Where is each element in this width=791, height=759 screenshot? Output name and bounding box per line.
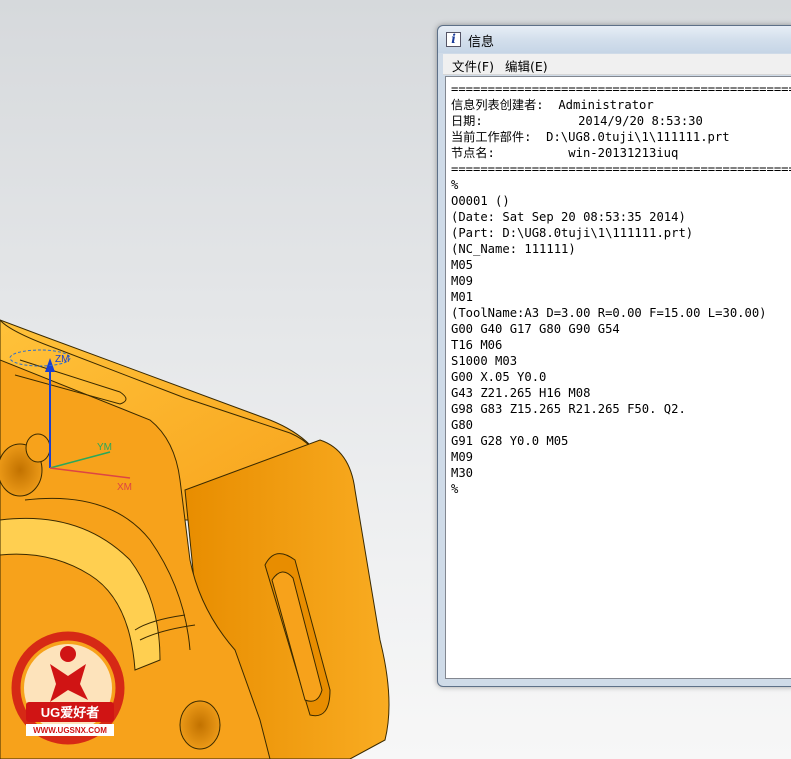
info-line: G00 X.05 Y0.0 — [451, 370, 547, 384]
info-line: 日期: 2014/9/20 8:53:30 — [451, 114, 703, 128]
info-line: (ToolName:A3 D=3.00 R=0.00 F=15.00 L=30.… — [451, 306, 767, 320]
menu-bar: 文件(F) 编辑(E) — [443, 54, 791, 75]
info-line: T16 M06 — [451, 338, 503, 352]
menu-edit[interactable]: 编辑(E) — [505, 56, 548, 75]
logo-url: WWW.UGSNX.COM — [33, 726, 107, 735]
title-bar[interactable]: i 信息 — [438, 26, 791, 53]
info-line: 信息列表创建者: Administrator — [451, 98, 654, 112]
window-title: 信息 — [468, 35, 495, 50]
info-line: 节点名: win-20131213iuq — [451, 146, 679, 160]
info-line: S1000 M03 — [451, 354, 518, 368]
info-line: % — [451, 482, 459, 496]
logo-brand: UG爱好者 — [41, 705, 100, 720]
info-line: ========================================… — [451, 82, 791, 96]
info-line: (Part: D:\UG8.0tuji\1\111111.prt) — [451, 226, 694, 240]
info-line: (NC_Name: 111111) — [451, 242, 576, 256]
info-line: G91 G28 Y0.0 M05 — [451, 434, 569, 448]
info-line: G80 — [451, 418, 474, 432]
info-line: G43 Z21.265 H16 M08 — [451, 386, 591, 400]
info-line: (Date: Sat Sep 20 08:53:35 2014) — [451, 210, 686, 224]
zm-label: ZM — [55, 354, 69, 365]
info-line: % — [451, 178, 459, 192]
info-text-area[interactable]: ========================================… — [445, 76, 791, 679]
info-line: G00 G40 G17 G80 G90 G54 — [451, 322, 620, 336]
ym-label: YM — [97, 442, 112, 453]
info-line: M09 — [451, 450, 474, 464]
info-line: M05 — [451, 258, 474, 272]
info-lines: ========================================… — [451, 81, 791, 497]
info-line: ========================================… — [451, 162, 791, 176]
info-line: M01 — [451, 290, 474, 304]
info-line: G98 G83 Z15.265 R21.265 F50. Q2. — [451, 402, 686, 416]
info-line: O0001 () — [451, 194, 510, 208]
xm-label: XM — [117, 482, 132, 493]
ugsnx-logo: UG爱好者 WWW.UGSNX.COM — [10, 628, 130, 752]
info-line: M30 — [451, 466, 474, 480]
info-icon: i — [446, 32, 461, 47]
info-line: 当前工作部件: D:\UG8.0tuji\1\111111.prt — [451, 130, 730, 144]
info-window[interactable]: i 信息 文件(F) 编辑(E) =======================… — [437, 25, 791, 687]
menu-file[interactable]: 文件(F) — [452, 56, 494, 75]
info-line: M09 — [451, 274, 474, 288]
